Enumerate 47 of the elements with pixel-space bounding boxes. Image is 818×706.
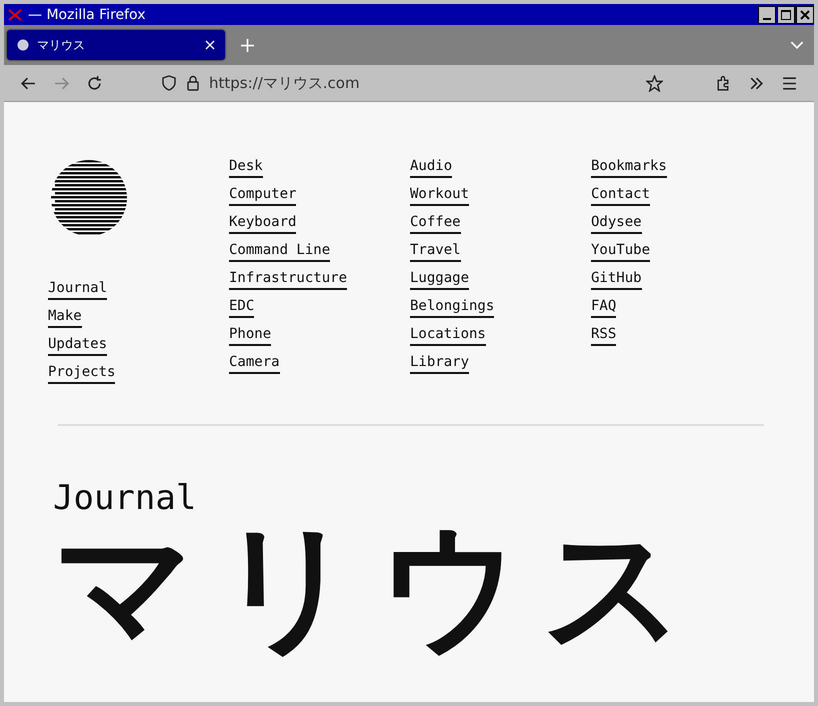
nav-link[interactable]: Infrastructure bbox=[229, 270, 348, 290]
maximize-icon[interactable] bbox=[777, 6, 795, 24]
nav-link[interactable]: Locations bbox=[410, 326, 486, 346]
nav-link[interactable]: Belongings bbox=[410, 298, 494, 318]
x-logo-icon bbox=[8, 8, 22, 20]
nav-link[interactable]: YouTube bbox=[591, 242, 650, 262]
address-field[interactable]: https://マリウス.com bbox=[161, 74, 638, 92]
star-icon[interactable] bbox=[646, 74, 663, 92]
reload-icon[interactable] bbox=[86, 74, 103, 92]
nav-link[interactable]: Make bbox=[48, 308, 82, 328]
nav-link[interactable]: Coffee bbox=[410, 214, 461, 234]
nav-link[interactable]: Library bbox=[410, 354, 470, 374]
nav-link[interactable]: Workout bbox=[410, 186, 470, 206]
nav-link[interactable]: EDC bbox=[229, 298, 254, 318]
nav-link[interactable]: GitHub bbox=[591, 270, 642, 290]
nav-link[interactable]: FAQ bbox=[591, 298, 616, 318]
chevron-down-icon[interactable] bbox=[790, 40, 804, 50]
section-heading: Journal bbox=[53, 478, 198, 518]
menu-icon[interactable] bbox=[781, 74, 798, 92]
new-tab-icon[interactable] bbox=[241, 38, 254, 52]
nav-link[interactable]: Keyboard bbox=[229, 214, 296, 234]
nav-link[interactable]: Contact bbox=[591, 186, 650, 206]
nav-link[interactable]: Audio bbox=[410, 158, 452, 178]
window-title: — Mozilla Firefox bbox=[28, 6, 146, 22]
browser-tab[interactable]: マリウス bbox=[7, 30, 225, 60]
nav-link[interactable]: Desk bbox=[229, 158, 263, 178]
nav-link[interactable]: Projects bbox=[48, 364, 116, 384]
overflow-chevrons-icon[interactable] bbox=[748, 74, 765, 92]
nav-link[interactable]: Bookmarks bbox=[591, 158, 667, 178]
striped-sphere-logo-icon bbox=[51, 160, 127, 236]
katakana-banner-text: マリウス bbox=[53, 518, 706, 658]
nav-link[interactable]: Luggage bbox=[410, 270, 470, 290]
nav-link[interactable]: Travel bbox=[410, 242, 461, 262]
nav-link[interactable]: Camera bbox=[229, 354, 280, 374]
nav-link[interactable]: Computer bbox=[229, 186, 296, 206]
close-icon[interactable] bbox=[796, 6, 814, 24]
minimize-icon[interactable] bbox=[758, 6, 776, 24]
nav-link[interactable]: RSS bbox=[591, 326, 616, 346]
nav-link[interactable]: Journal bbox=[48, 280, 108, 300]
nav-link[interactable]: Odysee bbox=[591, 214, 642, 234]
lock-icon[interactable] bbox=[185, 75, 201, 91]
back-icon[interactable] bbox=[20, 74, 37, 92]
globe-favicon-icon bbox=[17, 39, 29, 51]
nav-link[interactable]: Command Line bbox=[229, 242, 330, 262]
shield-icon[interactable] bbox=[161, 75, 177, 91]
nav-link[interactable]: Phone bbox=[229, 326, 272, 346]
nav-link[interactable]: Updates bbox=[48, 336, 108, 356]
